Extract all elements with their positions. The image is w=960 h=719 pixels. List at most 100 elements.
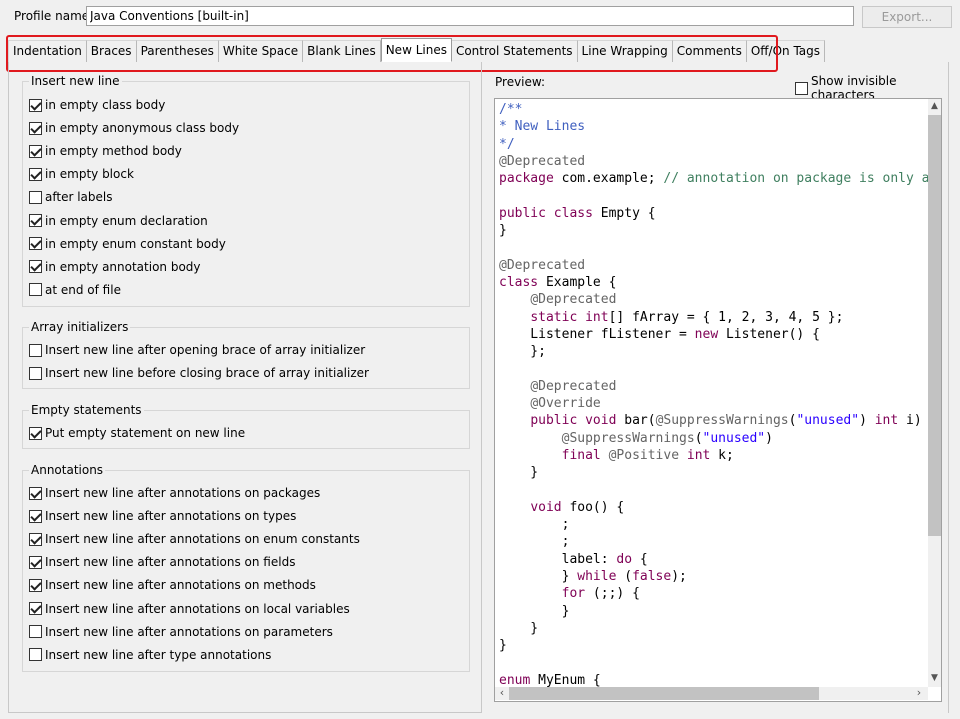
code-token: i) {: [906, 413, 922, 429]
code-line: ​: [499, 239, 929, 256]
tab-new-lines[interactable]: New Lines: [380, 38, 452, 62]
option-insert-new-line-after-annotations-on-fields[interactable]: Insert new line after annotations on fie…: [29, 553, 295, 571]
option-insert-new-line-after-annotations-on-enum-constants[interactable]: Insert new line after annotations on enu…: [29, 530, 360, 548]
code-line: @Override: [499, 395, 929, 412]
tab-comments[interactable]: Comments: [672, 40, 747, 62]
tab-parentheses[interactable]: Parentheses: [136, 40, 219, 62]
code-token: false: [632, 569, 672, 585]
unchecked-checkbox-icon[interactable]: [29, 625, 42, 639]
tab-indentation[interactable]: Indentation: [8, 40, 87, 62]
code-token: k;: [710, 447, 734, 463]
option-in-empty-enum-declaration[interactable]: in empty enum declaration: [29, 212, 208, 230]
option-in-empty-block[interactable]: in empty block: [29, 165, 134, 183]
code-token: final: [561, 447, 601, 463]
code-line: ​: [499, 482, 929, 499]
tab-line-wrapping[interactable]: Line Wrapping: [577, 40, 673, 62]
scroll-left-arrow-icon[interactable]: ‹: [495, 687, 509, 700]
checked-checkbox-icon[interactable]: [29, 144, 42, 158]
group-title-array-initializers: Array initializers: [29, 320, 131, 334]
code-token: int: [585, 309, 609, 325]
option-label: Insert new line after annotations on pac…: [45, 486, 321, 500]
option-label: Insert new line after annotations on loc…: [45, 601, 350, 616]
code-line: void foo() {: [499, 499, 929, 516]
code-preview[interactable]: /** * New Lines */@Deprecated package com.e…: [494, 98, 942, 702]
code-token: class: [553, 205, 593, 221]
code-line: @Deprecated: [499, 153, 929, 170]
option-label: in empty enum declaration: [45, 213, 208, 228]
checked-checkbox-icon[interactable]: [29, 167, 42, 181]
option-after-labels[interactable]: after labels: [29, 188, 112, 206]
code-line: public class Empty {: [499, 205, 929, 222]
profile-name-label: Profile name:: [14, 9, 94, 23]
option-insert-new-line-after-opening-brace-of-array-initializer[interactable]: Insert new line after opening brace of a…: [29, 341, 365, 359]
export-button[interactable]: Export...: [862, 6, 952, 28]
code-token: int: [874, 413, 899, 429]
option-label: at end of file: [45, 282, 121, 297]
tab-strip: Indentation Braces Parentheses White Space B…: [8, 38, 826, 62]
code-token: int: [686, 447, 711, 463]
unchecked-checkbox-icon[interactable]: [29, 366, 42, 380]
profile-name-input[interactable]: [86, 6, 854, 26]
checked-checkbox-icon[interactable]: [29, 260, 42, 274]
option-in-empty-class-body[interactable]: in empty class body: [29, 96, 165, 114]
checked-checkbox-icon[interactable]: [29, 214, 42, 227]
checked-checkbox-icon[interactable]: [29, 486, 42, 500]
scroll-down-arrow-icon[interactable]: ▼: [928, 671, 941, 685]
checked-checkbox-icon[interactable]: [29, 237, 42, 251]
scroll-up-arrow-icon[interactable]: ▲: [928, 99, 941, 113]
code-token: MyEnum {: [530, 672, 601, 687]
code-line: ​: [499, 360, 929, 377]
empty-statements-group: Empty statements Put empty statement on …: [22, 403, 470, 449]
unchecked-checkbox-icon[interactable]: [29, 343, 42, 357]
tab-blank-lines[interactable]: Blank Lines: [303, 40, 381, 62]
tab-off-on-tags[interactable]: Off/On Tags: [746, 40, 826, 62]
option-insert-new-line-after-type-annotations[interactable]: Insert new line after type annotations: [29, 646, 271, 664]
code-token: * New Lines: [499, 119, 586, 135]
checked-checkbox-icon[interactable]: [29, 426, 42, 440]
code-token: bar(: [616, 413, 656, 429]
code-token: // annotation on package is only allowed…: [663, 171, 929, 187]
tab-white-space[interactable]: White Space: [218, 40, 304, 62]
panel-divider[interactable]: [481, 62, 482, 713]
code-token: @Deprecated: [499, 257, 586, 273]
checkbox-box[interactable]: [795, 81, 808, 95]
scroll-right-arrow-icon[interactable]: ›: [912, 687, 926, 700]
option-insert-new-line-after-annotations-on-packages[interactable]: Insert new line after annotations on pac…: [29, 484, 320, 502]
checked-checkbox-icon[interactable]: [29, 555, 42, 569]
code-token: com.example;: [553, 171, 664, 187]
code-line: ​: [499, 187, 929, 204]
unchecked-checkbox-icon[interactable]: [29, 283, 42, 297]
tab-control-statements[interactable]: Control Statements: [451, 40, 578, 62]
checked-checkbox-icon[interactable]: [29, 602, 42, 615]
option-insert-new-line-after-annotations-on-parameters[interactable]: Insert new line after annotations on par…: [29, 623, 333, 641]
checked-checkbox-icon[interactable]: [29, 121, 42, 135]
vertical-scrollbar-thumb[interactable]: [928, 115, 941, 536]
option-in-empty-method-body[interactable]: in empty method body: [29, 142, 182, 160]
code-token: ;: [499, 517, 570, 533]
option-at-end-of-file[interactable]: at end of file: [29, 281, 121, 299]
option-put-empty-statement-on-new-line[interactable]: Put empty statement on new line: [29, 424, 245, 442]
code-token: ;: [499, 534, 570, 550]
option-insert-new-line-before-closing-brace-of-array-initializer[interactable]: Insert new line before closing brace of …: [29, 364, 369, 382]
horizontal-scrollbar-thumb[interactable]: [509, 687, 819, 700]
checked-checkbox-icon[interactable]: [29, 98, 42, 112]
code-area[interactable]: /** * New Lines */@Deprecated package com.e…: [499, 101, 929, 687]
option-insert-new-line-after-annotations-on-methods[interactable]: Insert new line after annotations on met…: [29, 576, 316, 594]
unchecked-checkbox-icon[interactable]: [29, 190, 42, 204]
tab-braces[interactable]: Braces: [86, 40, 137, 62]
code-token: @SuppressWarnings: [561, 430, 695, 446]
option-in-empty-annotation-body[interactable]: in empty annotation body: [29, 258, 201, 276]
code-line: }: [499, 222, 929, 239]
unchecked-checkbox-icon[interactable]: [29, 648, 42, 662]
option-in-empty-anonymous-class-body[interactable]: in empty anonymous class body: [29, 119, 239, 137]
option-in-empty-enum-constant-body[interactable]: in empty enum constant body: [29, 235, 226, 253]
option-label: in empty class body: [45, 98, 166, 112]
checked-checkbox-icon[interactable]: [29, 532, 42, 546]
checked-checkbox-icon[interactable]: [29, 509, 42, 523]
option-insert-new-line-after-annotations-on-local-variables[interactable]: Insert new line after annotations on loc…: [29, 600, 350, 618]
checked-checkbox-icon[interactable]: [29, 578, 42, 592]
option-insert-new-line-after-annotations-on-types[interactable]: Insert new line after annotations on typ…: [29, 507, 296, 525]
